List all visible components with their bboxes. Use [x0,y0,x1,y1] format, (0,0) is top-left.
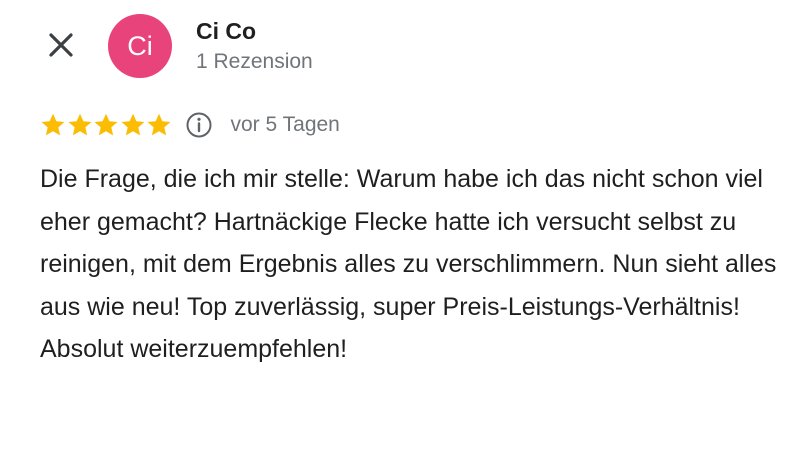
close-button[interactable] [44,28,78,62]
info-icon[interactable] [185,111,213,139]
rating-row: vor 5 Tagen [40,110,340,140]
star-icon [121,113,144,136]
close-icon [49,33,73,57]
star-icon [147,113,171,136]
star-icon [41,113,65,136]
review-text: Die Frage, die ich mir stelle: Warum hab… [40,165,777,363]
star-icon [68,113,91,136]
avatar[interactable]: Ci [108,14,172,78]
star-rating [40,112,173,138]
review-date: vor 5 Tagen [230,113,340,136]
avatar-initials: Ci [127,30,153,61]
review-count: 1 Rezension [196,50,313,73]
author-name[interactable]: Ci Co [196,16,256,46]
star-icon [94,113,118,136]
